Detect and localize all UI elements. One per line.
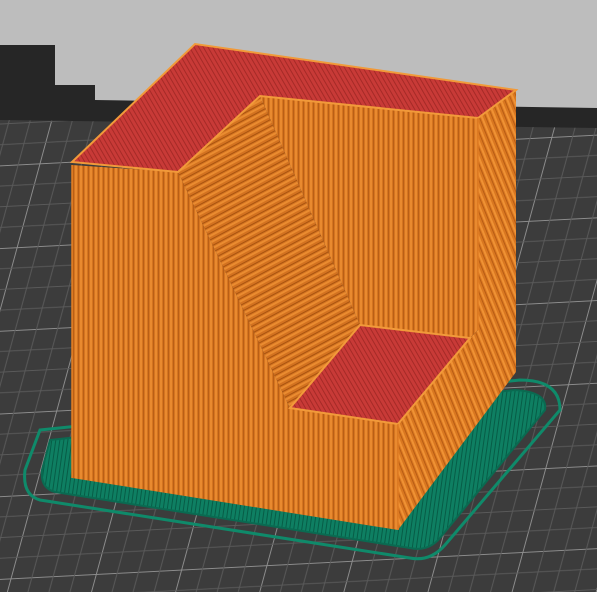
gcode-preview-scene[interactable]: [0, 0, 597, 592]
3d-preview-viewport[interactable]: [0, 0, 597, 592]
